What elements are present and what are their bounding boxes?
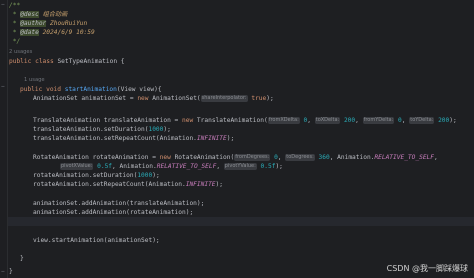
javadoc-line[interactable]: */: [9, 37, 20, 46]
code-line[interactable]: RotateAnimation rotateAnimation = new Ro…: [33, 153, 438, 162]
code-line[interactable]: AnimationSet animationSet = new Animatio…: [33, 94, 274, 103]
code-line[interactable]: rotateAnimation.setDuration(1000);: [33, 171, 160, 180]
javadoc-line[interactable]: /**: [9, 1, 20, 10]
javadoc-line[interactable]: * @date 2024/6/9 10:59: [9, 28, 95, 37]
param-hint: pivotXValue:: [60, 163, 94, 170]
param-hint: pivotYValue:: [223, 163, 257, 170]
javadoc-line[interactable]: * @author ZhouRuiYun: [9, 19, 87, 28]
class-closing-brace[interactable]: }: [9, 267, 13, 276]
param-hint: toDegrees:: [285, 154, 315, 161]
editor-gutter: [0, 0, 8, 278]
code-line[interactable]: translateAnimation.setDuration(1000);: [33, 125, 171, 134]
method-closing-brace[interactable]: }: [20, 254, 24, 263]
usages-hint[interactable]: 1 usage: [24, 76, 45, 84]
fold-icon[interactable]: −: [1, 2, 6, 8]
param-hint: fromXDelta:: [267, 117, 300, 124]
method-declaration[interactable]: public void startAnimation(View view){: [20, 85, 162, 94]
code-line[interactable]: animationSet.addAnimation(translateAnima…: [33, 199, 204, 208]
param-hint: toYDelta:: [409, 117, 435, 124]
class-declaration[interactable]: public class SetTypeAnimation {: [9, 57, 125, 66]
usages-hint[interactable]: 2 usages: [9, 48, 32, 56]
code-line[interactable]: rotateAnimation.setRepeatCount(Animation…: [33, 180, 223, 189]
code-line[interactable]: animationSet.addAnimation(rotateAnimatio…: [33, 208, 193, 217]
code-editor[interactable]: − − − /** * @desc 组合动画 * @author ZhouRui…: [0, 0, 474, 278]
code-line[interactable]: translateAnimation.setRepeatCount(Animat…: [33, 134, 234, 143]
fold-icon[interactable]: −: [1, 84, 6, 90]
fold-icon[interactable]: −: [1, 269, 6, 275]
javadoc-line[interactable]: * @desc 组合动画: [9, 10, 67, 19]
current-line-highlight: [8, 217, 474, 226]
code-line[interactable]: view.startAnimation(animationSet);: [33, 236, 160, 245]
param-hint: shareInterpolator:: [200, 95, 248, 102]
param-hint: toXDelta:: [314, 117, 341, 124]
code-line[interactable]: pivotXValue: 0.5f, Animation.RELATIVE_TO…: [60, 162, 283, 171]
param-hint: fromDegrees:: [234, 154, 271, 161]
watermark: CSDN @我一脚踩爆球: [386, 264, 468, 273]
param-hint: fromYDelta:: [362, 117, 395, 124]
code-line[interactable]: TranslateAnimation translateAnimation = …: [33, 116, 457, 125]
